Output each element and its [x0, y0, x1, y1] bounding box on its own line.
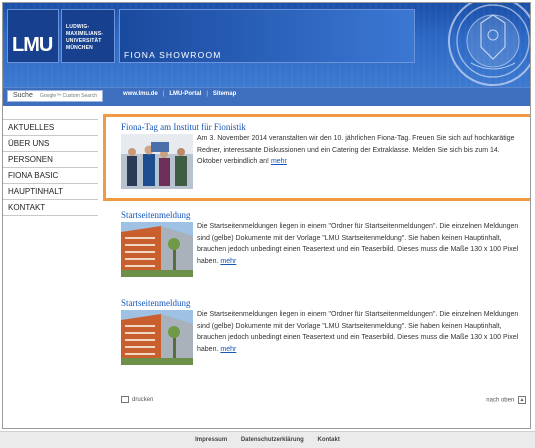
lmu-logo[interactable]: LMU: [7, 9, 59, 63]
site-title: FIONA SHOWROOM: [124, 50, 222, 60]
back-to-top-label: nach oben: [486, 397, 515, 404]
sidebar-item-fiona-basic[interactable]: FIONA BASIC: [3, 168, 98, 184]
print-link[interactable]: drucken: [121, 396, 153, 403]
nav-link-lmu[interactable]: www.lmu.de: [123, 91, 158, 97]
site-title-banner: FIONA SHOWROOM: [119, 9, 415, 63]
nav-links: www.lmu.de | LMU-Portal | Sitemap: [123, 91, 236, 97]
back-to-top-link[interactable]: nach oben ▲: [486, 396, 526, 404]
print-label: drucken: [132, 397, 154, 404]
sidebar-item-personen[interactable]: PERSONEN: [3, 152, 98, 168]
article-title[interactable]: Startseitenmeldung: [121, 209, 526, 221]
nav-separator: |: [206, 91, 208, 97]
university-name-line: MAXIMILIANS-: [66, 31, 104, 37]
university-name-line: LUDWIG-: [66, 24, 90, 30]
sidebar-item-aktuelles[interactable]: AKTUELLES: [3, 119, 98, 136]
article-image-building: [121, 310, 193, 365]
contact-link[interactable]: Kontakt: [318, 437, 340, 443]
nav-link-portal[interactable]: LMU-Portal: [169, 91, 201, 97]
print-icon: [121, 396, 129, 403]
university-name-line: UNIVERSITÄT: [66, 38, 102, 44]
imprint-link[interactable]: Impressum: [195, 437, 227, 443]
article-teaser: Die Startseitenmeldungen liegen in einem…: [197, 309, 523, 355]
lmu-logo-text: LMU: [12, 34, 53, 56]
article-title[interactable]: Startseitenmeldung: [121, 297, 526, 309]
sidebar-item-ueber-uns[interactable]: ÜBER UNS: [3, 136, 98, 152]
more-link[interactable]: mehr: [271, 158, 287, 165]
article-text: Die Startseitenmeldungen liegen in einem…: [197, 311, 519, 353]
news-article: Fiona-Tag am Institut für Fionistik Am 3…: [121, 121, 526, 193]
sidebar-nav: AKTUELLES ÜBER UNS PERSONEN FIONA BASIC …: [3, 119, 98, 216]
more-link[interactable]: mehr: [220, 258, 236, 265]
article-image-event: [121, 134, 193, 189]
search-input[interactable]: Suche Google™ Custom Search: [7, 90, 103, 102]
arrow-up-icon: ▲: [518, 396, 526, 404]
page-frame: LMU LUDWIG- MAXIMILIANS- UNIVERSITÄT MÜN…: [2, 2, 531, 429]
top-navbar: Suche Google™ Custom Search www.lmu.de | L…: [3, 87, 530, 106]
article-text: Die Startseitenmeldungen liegen in einem…: [197, 223, 519, 265]
article-teaser: Am 3. November 2014 veranstalten wir den…: [197, 133, 523, 168]
university-name-line: MÜNCHEN: [66, 45, 93, 51]
article-teaser: Die Startseitenmeldungen liegen in einem…: [197, 221, 523, 267]
sidebar-item-kontakt[interactable]: KONTAKT: [3, 200, 98, 216]
sidebar-item-hauptinhalt[interactable]: HAUPTINHALT: [3, 184, 98, 200]
article-title[interactable]: Fiona-Tag am Institut für Fionistik: [121, 121, 526, 133]
search-label: Suche: [13, 92, 33, 99]
nav-link-sitemap[interactable]: Sitemap: [213, 91, 236, 97]
page-bottom-bar: Impressum Datenschutzerklärung Kontakt: [0, 431, 535, 448]
privacy-link[interactable]: Datenschutzerklärung: [241, 437, 304, 443]
article-image-building: [121, 222, 193, 277]
more-link[interactable]: mehr: [220, 346, 236, 353]
nav-separator: |: [162, 91, 165, 97]
news-article: Startseitenmeldung Die Startseitenmeldun…: [121, 209, 526, 281]
news-article: Startseitenmeldung Die Startseitenmeldun…: [121, 297, 526, 369]
search-placeholder: Google™ Custom Search: [40, 93, 97, 99]
site-header: LMU LUDWIG- MAXIMILIANS- UNIVERSITÄT MÜN…: [3, 3, 530, 87]
university-name-block: LUDWIG- MAXIMILIANS- UNIVERSITÄT MÜNCHEN: [61, 9, 115, 63]
university-seal-icon: [448, 3, 530, 86]
article-text: Am 3. November 2014 veranstalten wir den…: [197, 135, 515, 166]
